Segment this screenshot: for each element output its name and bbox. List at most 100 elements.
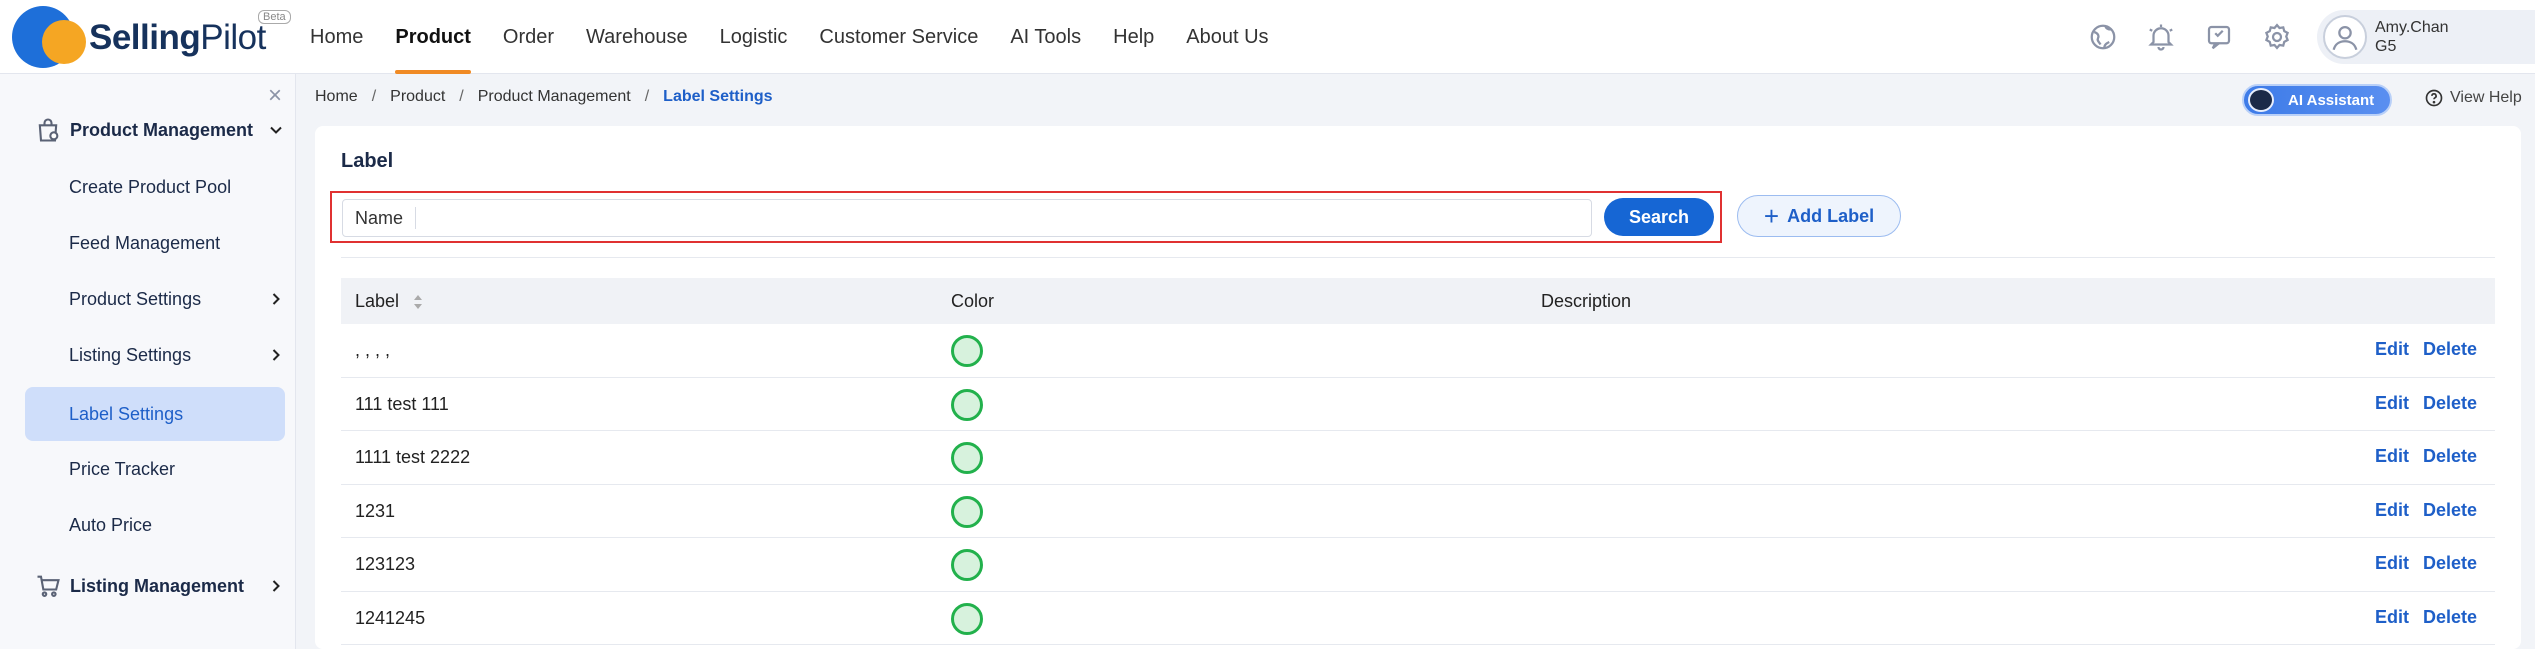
view-help-link[interactable]: View Help bbox=[2424, 88, 2522, 108]
color-swatch bbox=[951, 442, 983, 474]
label-cell: 1241245 bbox=[355, 607, 426, 628]
user-group: G5 bbox=[2375, 38, 2397, 55]
table-row: 111 test 111 Edit Delete bbox=[341, 378, 2495, 431]
chevron-right-icon bbox=[272, 293, 280, 305]
column-header-label-text: Label bbox=[355, 290, 400, 311]
sidebar-item-label: Label Settings bbox=[69, 403, 184, 424]
product-bag-icon bbox=[38, 118, 59, 142]
brand-name-light: Pilot bbox=[200, 18, 266, 57]
sidebar-group-label: Product Management bbox=[70, 119, 254, 140]
chevron-down-icon bbox=[270, 126, 282, 134]
table-row: 1241245 Edit Delete bbox=[341, 592, 2495, 645]
search-field-label: Name bbox=[343, 207, 417, 229]
ai-assistant-button[interactable]: AI Assistant bbox=[2242, 84, 2392, 116]
cart-icon bbox=[37, 575, 60, 597]
nav-warehouse[interactable]: Warehouse bbox=[570, 0, 704, 74]
color-swatch bbox=[951, 335, 983, 367]
label-panel: Label Name Search + Add Label Label Colo… bbox=[315, 126, 2521, 649]
row-actions: Edit Delete bbox=[2361, 393, 2477, 414]
row-actions: Edit Delete bbox=[2361, 446, 2477, 467]
column-header-color: Color bbox=[951, 290, 995, 311]
delete-button[interactable]: Delete bbox=[2423, 607, 2477, 628]
label-cell: 1111 test 2222 bbox=[355, 447, 471, 467]
feedback-icon[interactable] bbox=[2201, 19, 2237, 55]
bell-icon[interactable] bbox=[2143, 19, 2179, 55]
divider bbox=[341, 257, 2495, 258]
breadcrumb-current: Label Settings bbox=[663, 88, 773, 105]
delete-button[interactable]: Delete bbox=[2423, 393, 2477, 414]
beta-badge: Beta bbox=[258, 10, 291, 24]
nav-order[interactable]: Order bbox=[487, 0, 570, 74]
delete-button[interactable]: Delete bbox=[2423, 339, 2477, 360]
nav-customer-service[interactable]: Customer Service bbox=[803, 0, 994, 74]
column-header-description: Description bbox=[1541, 290, 1632, 311]
delete-button[interactable]: Delete bbox=[2423, 553, 2477, 574]
view-help-label: View Help bbox=[2450, 89, 2522, 106]
sidebar-item-auto-price[interactable]: Auto Price bbox=[25, 498, 285, 552]
sidebar-item-listing-settings[interactable]: Listing Settings bbox=[25, 328, 285, 382]
delete-button[interactable]: Delete bbox=[2423, 446, 2477, 467]
edit-button[interactable]: Edit bbox=[2375, 553, 2409, 574]
table-row: 1231 Edit Delete bbox=[341, 485, 2495, 538]
sidebar-item-label: Feed Management bbox=[69, 232, 221, 253]
breadcrumb-separator: / bbox=[644, 88, 650, 105]
table-row: 1111 test 2222 Edit Delete bbox=[341, 431, 2495, 485]
sort-icon[interactable] bbox=[412, 293, 424, 311]
globe-icon[interactable] bbox=[2085, 19, 2121, 55]
nav-product[interactable]: Product bbox=[379, 0, 487, 74]
avatar bbox=[2323, 15, 2367, 59]
sidebar-item-create-product-pool[interactable]: Create Product Pool bbox=[25, 160, 285, 214]
sidebar-item-label: Product Settings bbox=[69, 288, 202, 309]
label-cell: 123123 bbox=[355, 554, 416, 574]
name-search-input[interactable] bbox=[416, 200, 1591, 236]
edit-button[interactable]: Edit bbox=[2375, 339, 2409, 360]
logo-mark-orange bbox=[42, 20, 86, 64]
chevron-right-icon bbox=[272, 580, 280, 592]
nav-logistic[interactable]: Logistic bbox=[704, 0, 804, 74]
breadcrumb-separator: / bbox=[371, 88, 377, 105]
search-button[interactable]: Search bbox=[1604, 198, 1714, 236]
name-search-field[interactable]: Name bbox=[342, 199, 1592, 237]
chevron-right-icon bbox=[272, 349, 280, 361]
nav-ai-tools[interactable]: AI Tools bbox=[994, 0, 1097, 74]
user-info: Amy.Chan G5 bbox=[2375, 18, 2449, 56]
sellingpilot-logo[interactable]: SellingPilot Beta bbox=[12, 6, 302, 68]
breadcrumb-product[interactable]: Product bbox=[390, 88, 445, 106]
breadcrumb-home[interactable]: Home bbox=[315, 88, 358, 106]
labels-table: Label Color Description , , , , Edit Del… bbox=[341, 278, 2495, 645]
delete-button[interactable]: Delete bbox=[2423, 500, 2477, 521]
page-title: Label bbox=[341, 150, 394, 172]
color-swatch bbox=[951, 388, 983, 421]
column-header-label[interactable]: Label bbox=[355, 291, 424, 312]
breadcrumb-product-management[interactable]: Product Management bbox=[478, 88, 631, 106]
table-row: 123123 Edit Delete bbox=[341, 538, 2495, 592]
nav-home[interactable]: Home bbox=[294, 0, 379, 74]
search-area-highlight: Name Search bbox=[330, 191, 1722, 243]
sidebar-group-label: Listing Management bbox=[70, 575, 245, 596]
label-cell: 111 test 111 bbox=[355, 393, 449, 414]
ai-robot-icon bbox=[2248, 88, 2274, 112]
nav-about-us[interactable]: About Us bbox=[1170, 0, 1284, 74]
sidebar-item-label-settings[interactable]: Label Settings bbox=[25, 387, 285, 441]
sidebar-item-price-tracker[interactable]: Price Tracker bbox=[25, 442, 285, 496]
sidebar-item-product-settings[interactable]: Product Settings bbox=[25, 272, 285, 326]
color-swatch bbox=[951, 495, 983, 528]
edit-button[interactable]: Edit bbox=[2375, 393, 2409, 414]
edit-button[interactable]: Edit bbox=[2375, 446, 2409, 467]
sidebar: × Product Management Create Product Pool… bbox=[0, 74, 296, 649]
user-menu[interactable]: Amy.Chan G5 bbox=[2317, 10, 2535, 64]
gear-icon[interactable] bbox=[2259, 19, 2295, 55]
user-name: Amy.Chan bbox=[2375, 19, 2449, 36]
sidebar-group-product-management[interactable]: Product Management bbox=[0, 102, 296, 158]
nav-help[interactable]: Help bbox=[1097, 0, 1170, 74]
edit-button[interactable]: Edit bbox=[2375, 607, 2409, 628]
sidebar-group-listing-management[interactable]: Listing Management bbox=[0, 558, 296, 614]
edit-button[interactable]: Edit bbox=[2375, 500, 2409, 521]
table-row: , , , , Edit Delete bbox=[341, 324, 2495, 378]
add-label-button[interactable]: + Add Label bbox=[1737, 195, 1901, 237]
row-actions: Edit Delete bbox=[2361, 607, 2477, 628]
row-actions: Edit Delete bbox=[2361, 339, 2477, 360]
sidebar-item-feed-management[interactable]: Feed Management bbox=[25, 216, 285, 270]
sidebar-item-label: Listing Settings bbox=[69, 344, 192, 365]
brand-name: SellingPilot bbox=[89, 18, 266, 58]
